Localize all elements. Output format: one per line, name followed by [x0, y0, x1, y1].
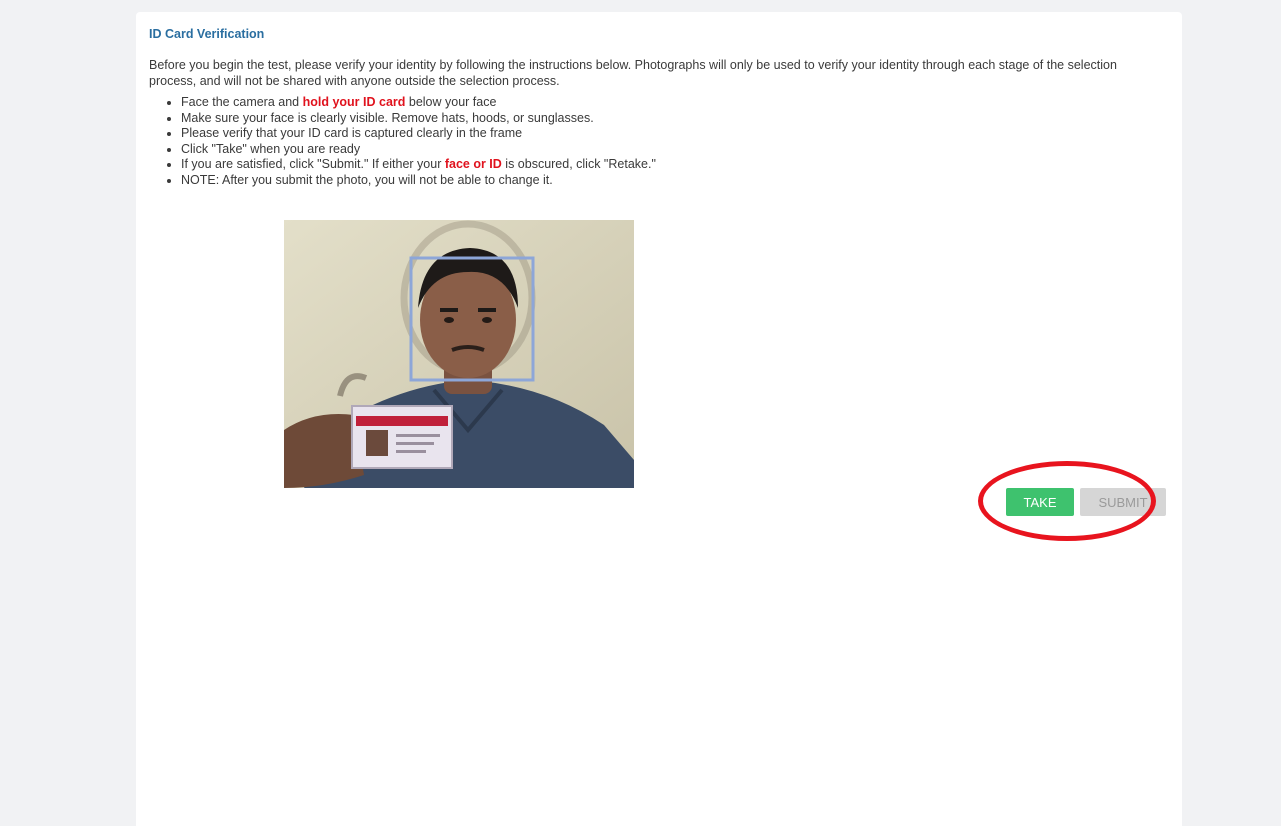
camera-preview [284, 220, 634, 488]
highlight-text: face or ID [444, 157, 502, 171]
instruction-item: Please verify that your ID card is captu… [181, 126, 1191, 142]
instruction-item: Click "Take" when you are ready [181, 142, 1191, 158]
webcam-preview-icon [284, 220, 634, 488]
instruction-item: NOTE: After you submit the photo, you wi… [181, 173, 1191, 189]
instruction-item: Face the camera and hold your ID card be… [181, 95, 1191, 111]
page-title: ID Card Verification [149, 27, 265, 41]
instruction-item: Make sure your face is clearly visible. … [181, 111, 1191, 127]
submit-button[interactable]: SUBMIT [1080, 488, 1166, 516]
take-button[interactable]: TAKE [1006, 488, 1074, 516]
verification-card: ID Card Verification Before you begin th… [136, 12, 1182, 826]
highlight-text: hold your ID card [302, 95, 406, 109]
instruction-list: Face the camera and hold your ID card be… [149, 95, 1191, 188]
instruction-item: If you are satisfied, click "Submit." If… [181, 157, 1191, 173]
intro-text: Before you begin the test, please verify… [149, 58, 1117, 88]
